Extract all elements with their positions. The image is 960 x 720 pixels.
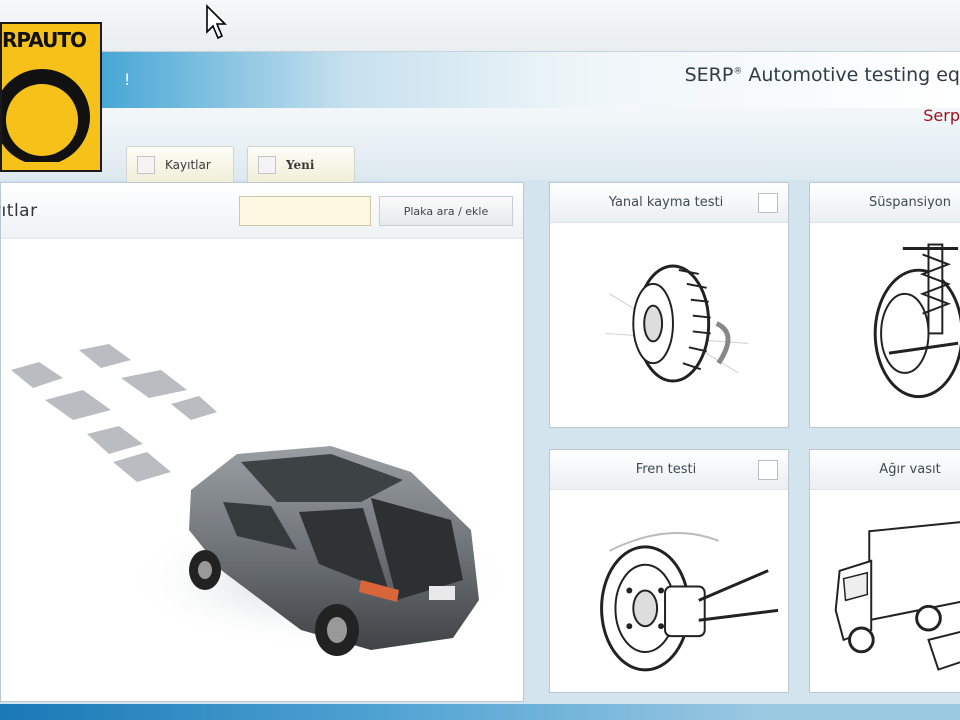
test-card-heavy-vehicle-title: Ağır vasıt [879,462,941,477]
brake-disc-icon [600,532,779,672]
tire-icon [605,264,749,383]
banner-mark: ! [124,70,131,89]
brand-title-rest: Automotive testing eq [748,64,960,86]
records-panel: yıtlar Plaka ara / ekle [0,182,524,702]
test-card-lateral-slip-header: Yanal kayma testi [550,183,788,223]
plate-search-button[interactable]: Plaka ara / ekle [379,196,513,226]
test-card-suspension-header: Süspansiyon [810,183,960,223]
test-card-brake-checkbox[interactable] [758,460,778,480]
top-toolbar [0,0,960,52]
car-illustration [11,344,521,656]
test-card-lateral-slip-title: Yanal kayma testi [608,195,724,210]
tab-kayitlar-label: Kayıtlar [165,157,211,172]
truck-icon [834,521,960,671]
brand-subtitle: Serp [923,106,960,125]
tab-yeni-checkbox[interactable] [258,155,276,174]
suspension-icon [873,243,960,399]
brand-title-main: SERP [684,64,734,86]
arrow-cursor-icon [206,4,227,40]
test-card-heavy-vehicle-header: Ağır vasıt [810,450,960,490]
plate-search-input[interactable] [239,196,371,226]
logo-text: RPAUTO [2,28,87,52]
brand-title: SERP® Automotive testing eq [685,64,960,86]
test-card-heavy-vehicle[interactable]: Ağır vasıt [809,449,960,693]
test-card-brake-header: Fren testi [550,450,788,490]
test-card-suspension[interactable]: Süspansiyon [809,182,960,428]
bottom-strip [0,704,960,720]
test-card-lateral-slip-checkbox[interactable] [758,193,778,213]
registered-mark: ® [733,66,743,77]
test-card-suspension-title: Süspansiyon [869,195,951,210]
serpauto-logo: RPAUTO [0,22,102,172]
test-card-lateral-slip[interactable]: Yanal kayma testi [549,182,789,428]
test-card-brake-title: Fren testi [635,462,697,477]
tab-yeni-label: Yeni [286,157,315,172]
records-panel-header: yıtlar Plaka ara / ekle [0,183,523,239]
records-panel-title: yıtlar [0,201,38,221]
tab-kayitlar-checkbox[interactable] [137,155,155,174]
test-card-brake[interactable]: Fren testi [549,449,789,693]
tab-yeni[interactable]: Yeni [247,146,355,182]
logo-mark-icon [2,69,90,162]
tab-kayitlar[interactable]: Kayıtlar [126,146,234,182]
